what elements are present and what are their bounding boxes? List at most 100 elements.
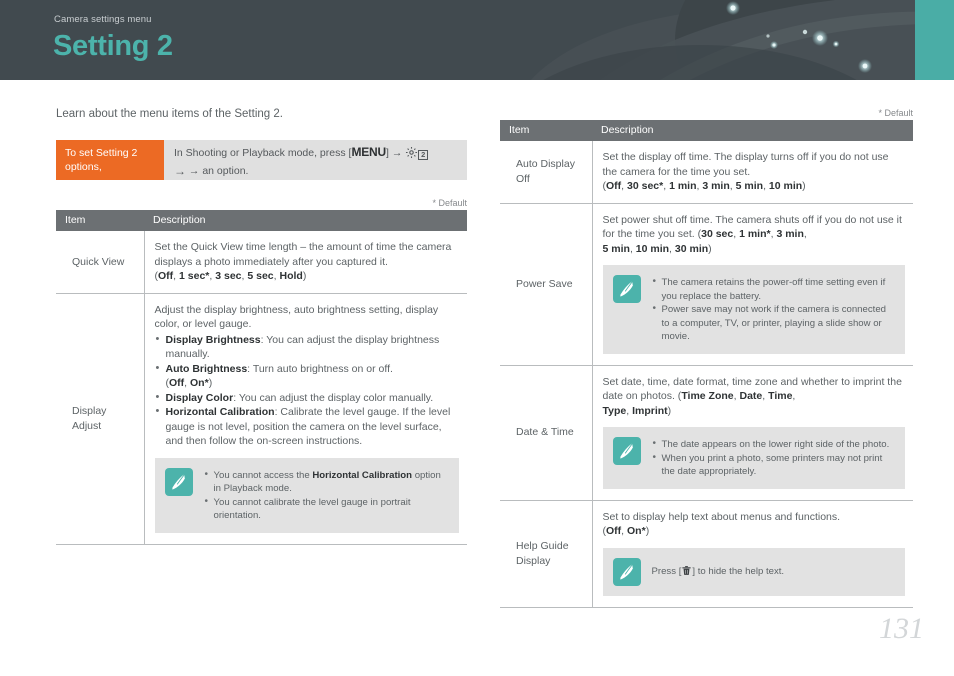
column-header-description: Description bbox=[144, 210, 467, 231]
bullet-term: Display Color bbox=[165, 391, 234, 404]
column-header-item: Item bbox=[500, 120, 592, 141]
options-line: (Off, 1 sec*, 3 sec, 5 sec, Hold) bbox=[154, 270, 307, 282]
header-kicker: Camera settings menu bbox=[54, 14, 152, 25]
bullet-term: Horizontal Calibration bbox=[165, 406, 275, 418]
note-bullet-list: The camera retains the power-off time se… bbox=[652, 275, 896, 344]
option-value: 1 sec* bbox=[179, 270, 210, 282]
row-description: Set the Quick View time length – the amo… bbox=[144, 231, 467, 294]
row-description: Set date, time, date format, time zone a… bbox=[592, 365, 913, 501]
option-value: Off bbox=[158, 270, 174, 282]
note-pen-icon bbox=[612, 437, 641, 465]
description-paragraph: Set to display help text about menus and… bbox=[602, 510, 841, 523]
list-item: Display Brightness: You can adjust the d… bbox=[155, 332, 460, 362]
option-value: 10 min bbox=[768, 180, 803, 192]
default-note-right: * Default bbox=[878, 108, 913, 118]
note-body: Press [ ] to hide the help text. bbox=[652, 565, 896, 579]
note-pen-icon bbox=[612, 275, 641, 303]
option-value: 30 sec* bbox=[627, 180, 664, 192]
row-item-label: Auto Display Off bbox=[500, 141, 593, 204]
bullet-options: (Off, On*) bbox=[165, 377, 213, 389]
table-row: Display Adjust Adjust the display bright… bbox=[56, 293, 467, 545]
note-bullet-list: You cannot access the Horizontal Calibra… bbox=[204, 468, 450, 523]
table-row: Help Guide Display Set to display help t… bbox=[500, 500, 913, 608]
row-item-label: Power Save bbox=[500, 203, 593, 366]
option-value: 30 sec bbox=[701, 228, 734, 240]
column-header-item: Item bbox=[56, 210, 144, 231]
list-item: Auto Brightness: Turn auto brightness on… bbox=[155, 361, 460, 391]
row-description: Adjust the display brightness, auto brig… bbox=[144, 293, 467, 545]
option-value: Date bbox=[739, 390, 763, 402]
description-paragraph: Adjust the display brightness, auto brig… bbox=[154, 303, 439, 331]
note-pen-icon bbox=[612, 557, 641, 586]
option-value: On* bbox=[627, 525, 646, 537]
note-box: The camera retains the power-off time se… bbox=[602, 265, 905, 354]
option-value: 3 sec bbox=[215, 270, 242, 282]
description-paragraph: Set date, time, date format, time zone a… bbox=[602, 375, 902, 417]
description-bullet-list: Display Brightness : You can adjust the d… bbox=[155, 332, 460, 449]
option-value: 5 sec bbox=[247, 270, 274, 282]
option-value: Type bbox=[602, 404, 627, 417]
option-value: Hold bbox=[279, 270, 303, 282]
table-header-row: Item Description bbox=[500, 120, 913, 141]
note-text-post: ] to hide the help text. bbox=[692, 565, 785, 577]
option-value: Time bbox=[768, 390, 793, 402]
bullet-term: Display Brightness bbox=[165, 333, 261, 346]
note-box: The date appears on the lower right side… bbox=[602, 427, 905, 489]
row-item-label: Date & Time bbox=[500, 365, 593, 501]
table-row: Auto Display Off Set the display off tim… bbox=[500, 141, 913, 204]
description-paragraph: Set the Quick View time length – the amo… bbox=[154, 241, 452, 268]
options-line: (Off, 30 sec*, 1 min, 3 min, 5 min, 10 m… bbox=[602, 180, 806, 192]
option-value: 3 min bbox=[702, 180, 730, 192]
note-body: You cannot access the Horizontal Calibra… bbox=[204, 468, 450, 523]
menu-button-key: MENU bbox=[351, 145, 386, 159]
note-body: The camera retains the power-off time se… bbox=[652, 275, 896, 344]
setting-2-badge-icon: 2 bbox=[418, 150, 429, 160]
list-item: The date appears on the lower right side… bbox=[652, 437, 896, 452]
trash-icon bbox=[681, 565, 692, 576]
settings-table-left: Item Description Quick View Set the Quic… bbox=[56, 210, 467, 545]
list-item: You cannot calibrate the level gauge in … bbox=[204, 495, 450, 523]
howto-text-before: In Shooting or Playback mode, press [ bbox=[174, 147, 352, 159]
option-value: 30 min bbox=[674, 242, 709, 255]
howto-arrow-icon: → bbox=[174, 164, 186, 178]
row-item-label: Help Guide Display bbox=[500, 500, 593, 608]
howto-box: To set Setting 2 options, In Shooting or… bbox=[56, 140, 467, 180]
table-row: Power Save Set power shut off time. The … bbox=[500, 203, 913, 366]
bullet-text: : Turn auto brightness on or off. bbox=[247, 362, 393, 375]
list-item: You cannot access the Horizontal Calibra… bbox=[204, 468, 450, 496]
page-number: 131 bbox=[879, 612, 924, 645]
description-paragraph: Set the display off time. The display tu… bbox=[602, 151, 889, 178]
list-item: When you print a photo, some printers ma… bbox=[652, 451, 896, 479]
note-pen-icon bbox=[164, 467, 193, 496]
howto-body: In Shooting or Playback mode, press [MEN… bbox=[164, 140, 467, 180]
option-value: Off bbox=[606, 180, 622, 192]
howto-label: To set Setting 2 options, bbox=[56, 140, 164, 180]
default-note-left: * Default bbox=[432, 198, 467, 208]
option-value: Imprint bbox=[632, 404, 668, 417]
note-box: Press [ ] to hide the help text. bbox=[602, 547, 905, 596]
note-box: You cannot access the Horizontal Calibra… bbox=[154, 457, 459, 533]
option-value: 1 min bbox=[669, 180, 697, 192]
bullet-text: : You can adjust the display color manua… bbox=[233, 391, 434, 404]
option-value: Time Zone bbox=[681, 390, 734, 402]
list-item: Display Color: You can adjust the displa… bbox=[155, 390, 460, 406]
options-line: (Off, On*) bbox=[602, 525, 650, 537]
bullet-term: Auto Brightness bbox=[165, 362, 248, 375]
row-item-label: Display Adjust bbox=[56, 293, 145, 545]
howto-text-mid: ] → bbox=[385, 147, 406, 159]
page-title: Setting 2 bbox=[53, 30, 173, 62]
option-value: 1 min* bbox=[739, 228, 771, 240]
manual-page: Camera settings menu Setting 2 Learn abo… bbox=[0, 0, 954, 676]
row-item-label: Quick View bbox=[56, 231, 145, 294]
list-item: The camera retains the power-off time se… bbox=[652, 275, 896, 303]
table-header-row: Item Description bbox=[56, 210, 467, 231]
note-bullet-list: The date appears on the lower right side… bbox=[652, 437, 896, 479]
table-row: Date & Time Set date, time, date format,… bbox=[500, 365, 913, 501]
header-accent-block bbox=[915, 0, 954, 80]
list-item: Horizontal Calibration: Calibrate the le… bbox=[155, 404, 460, 449]
list-item: Power save may not work if the camera is… bbox=[652, 302, 896, 344]
row-description: Set to display help text about menus and… bbox=[592, 500, 913, 608]
option-value: 5 min bbox=[735, 180, 764, 192]
note-text-pre: Press [ bbox=[651, 565, 682, 577]
note-body: The date appears on the lower right side… bbox=[652, 437, 896, 479]
